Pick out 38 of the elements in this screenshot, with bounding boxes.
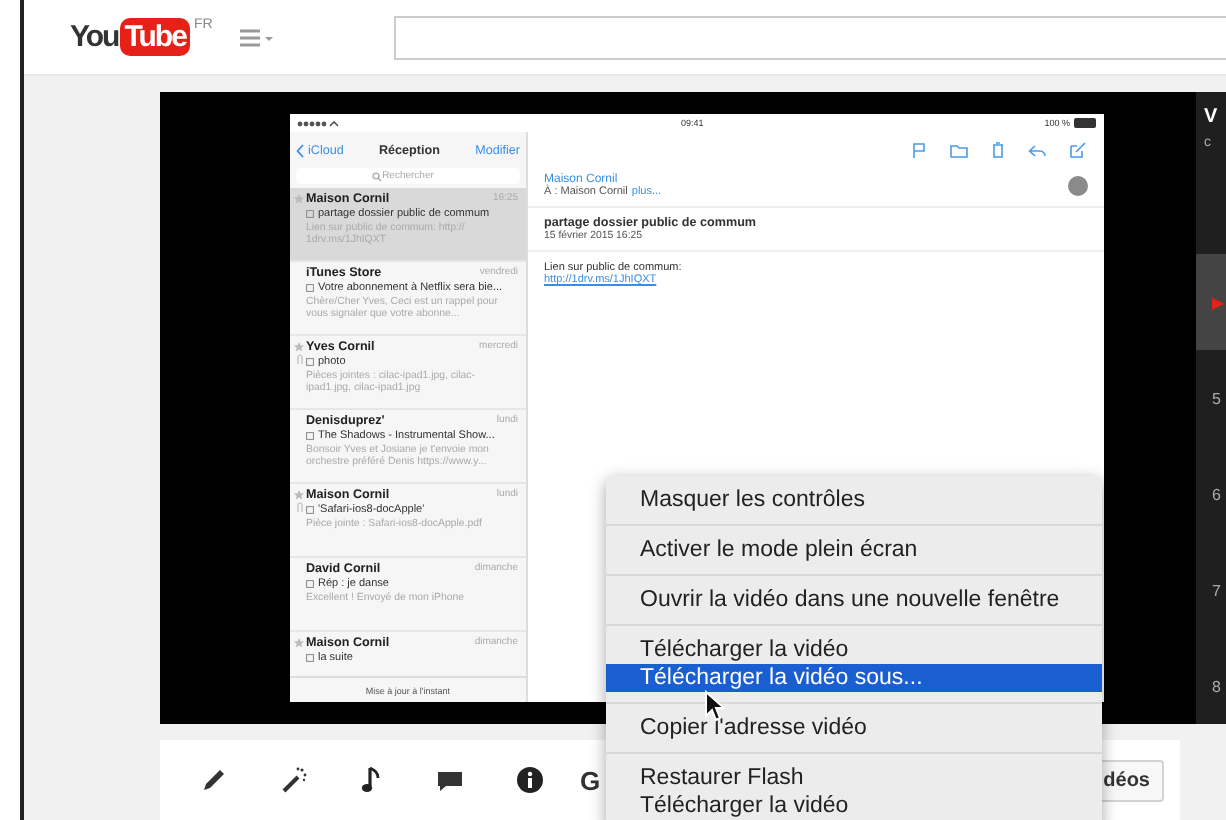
pencil-icon[interactable] bbox=[200, 766, 228, 794]
thread-icon bbox=[306, 580, 314, 588]
search-field[interactable] bbox=[394, 15, 1226, 59]
playlist-item[interactable]: 6 bbox=[1196, 446, 1226, 542]
avatar-icon bbox=[1068, 176, 1088, 196]
menu-item[interactable]: Ouvrir la vidéo dans une nouvelle fenêtre bbox=[606, 586, 1102, 614]
logo-text: You bbox=[70, 20, 119, 54]
info-icon[interactable] bbox=[516, 766, 544, 794]
menu-icon[interactable] bbox=[240, 27, 275, 47]
menu-item[interactable]: Activer le mode plein écran bbox=[606, 536, 1102, 564]
logo-badge: Tube bbox=[120, 18, 190, 56]
compose-icon[interactable] bbox=[1070, 142, 1086, 158]
thread-icon bbox=[306, 432, 314, 440]
trash-icon[interactable] bbox=[992, 142, 1004, 158]
signal-icon bbox=[296, 119, 340, 127]
menu-item[interactable]: Télécharger la vidéo bbox=[606, 636, 1102, 664]
thread-icon bbox=[306, 358, 314, 366]
playlist-item[interactable]: 8 bbox=[1196, 638, 1226, 724]
toolbar-label: G bbox=[580, 765, 601, 795]
menu-item[interactable]: Copier l'adresse vidéo bbox=[606, 714, 1102, 742]
flag-icon[interactable] bbox=[912, 142, 926, 158]
chevron-icon bbox=[296, 143, 304, 157]
thread-icon bbox=[306, 506, 314, 514]
thread-icon bbox=[306, 284, 314, 292]
menu-item[interactable]: Télécharger la vidéo sous... bbox=[606, 664, 1102, 692]
battery-icon bbox=[1074, 118, 1098, 128]
thread-icon bbox=[306, 210, 314, 218]
search-icon bbox=[372, 171, 382, 181]
playlist-item[interactable]: 5 bbox=[1196, 350, 1226, 446]
thread-icon bbox=[306, 654, 314, 662]
playlist-title: V bbox=[1202, 104, 1220, 132]
reply-icon[interactable] bbox=[1028, 143, 1046, 157]
folder-icon[interactable] bbox=[950, 143, 968, 157]
speech-bubble-icon[interactable] bbox=[436, 766, 464, 794]
music-note-icon[interactable] bbox=[360, 766, 384, 794]
playlist-item[interactable]: 7 bbox=[1196, 542, 1226, 638]
menu-item[interactable]: Masquer les contrôles bbox=[606, 486, 1102, 514]
magic-wand-icon[interactable] bbox=[280, 766, 308, 794]
